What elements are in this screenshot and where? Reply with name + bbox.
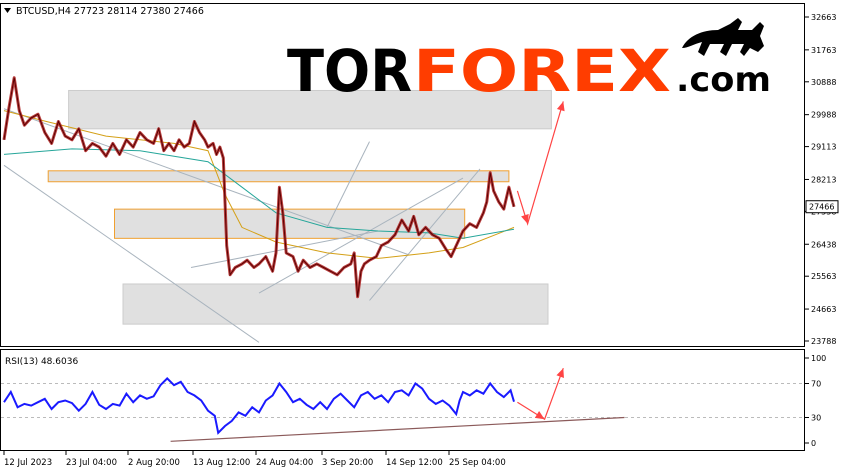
x-tick-label-2: 2 Aug 20:00 [128, 458, 180, 468]
x-tick-label-3: 13 Aug 12:00 [193, 458, 250, 468]
x-tick-label-1: 23 Jul 04:00 [66, 458, 117, 468]
y-tick-label-9: 24663 [811, 305, 836, 314]
x-tick-label-5: 3 Sep 20:00 [322, 458, 373, 468]
sr-zone-1 [47, 170, 510, 183]
sr-zone-3 [122, 283, 549, 325]
time-axis: 12 Jul 2023 23 Jul 04:00 2 Aug 20:00 13 Aug… [3, 451, 506, 468]
rsi-y-tick-label-0: 100 [811, 354, 826, 363]
logo-forex: FOREX [413, 37, 671, 105]
forex-chart: 3266331763308882998829113282132733826438… [0, 3, 839, 468]
rsi-label: RSI(13) 48.6036 [5, 357, 78, 367]
rsi-panel-frame [0, 349, 805, 451]
logo-tor: TOR [287, 37, 412, 105]
rsi-panel: 100 70 30 0 RSI(13) 48.6036 [0, 349, 826, 451]
y-tick-label-0: 32663 [811, 13, 836, 22]
y-tick-label-10: 23788 [811, 337, 836, 346]
x-tick-label-0: 12 Jul 2023 [4, 458, 52, 468]
chart-window: 3266331763308882998829113282132733826438… [0, 0, 846, 471]
x-tick-label-6: 14 Sep 12:00 [386, 458, 443, 468]
rsi-y-tick-label-1: 70 [811, 380, 821, 389]
logo-dotcom: .com [676, 60, 771, 100]
rsi-y-tick-label-3: 0 [811, 439, 816, 448]
x-tick-label-7: 25 Sep 04:00 [449, 458, 506, 468]
y-tick-label-8: 25563 [811, 272, 836, 281]
x-tick-label-4: 24 Aug 04:00 [256, 458, 313, 468]
y-tick-label-4: 29113 [811, 143, 836, 152]
rsi-y-tick-label-2: 30 [811, 414, 821, 423]
y-tick-label-5: 28213 [811, 175, 836, 184]
y-tick-label-1: 31763 [811, 46, 836, 55]
last-price-label: 27466 [809, 203, 834, 212]
y-tick-label-2: 30888 [811, 78, 836, 87]
y-tick-label-7: 26438 [811, 240, 836, 249]
symbol-info: BTCUSD,H4 27723 28114 27380 27466 [16, 6, 204, 17]
y-tick-label-3: 29988 [811, 111, 836, 120]
